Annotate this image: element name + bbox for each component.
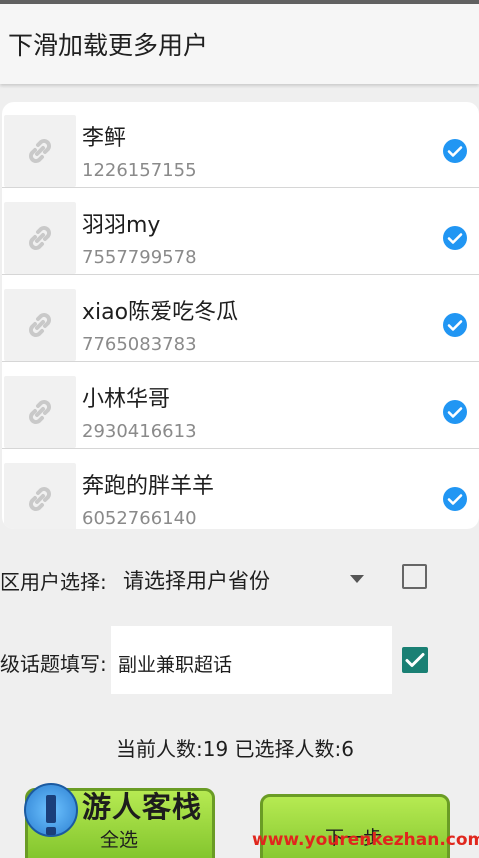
region-dropdown[interactable]: 请选择用户省份 bbox=[123, 565, 270, 595]
user-id: 2930416613 bbox=[82, 421, 197, 442]
user-list-item[interactable]: xiao陈爱吃冬瓜 7765083783 bbox=[2, 276, 479, 362]
user-list-item[interactable]: 李鲆 1226157155 bbox=[2, 102, 479, 188]
link-icon bbox=[29, 487, 51, 511]
link-icon bbox=[29, 313, 51, 337]
user-id: 7765083783 bbox=[82, 334, 197, 355]
avatar-placeholder bbox=[4, 289, 76, 361]
topic-label: 超级话题填写: bbox=[0, 652, 107, 676]
link-icon bbox=[29, 139, 51, 163]
user-list-item[interactable]: 小林华哥 2930416613 bbox=[2, 363, 479, 449]
user-count-status: 当前人数:19 已选择人数:6 bbox=[116, 737, 355, 761]
watermark-url: www.yourenkezhan.com bbox=[252, 830, 479, 850]
avatar-placeholder bbox=[4, 202, 76, 274]
topic-checkbox[interactable] bbox=[402, 647, 428, 673]
watermark-name: 游人客栈 bbox=[82, 790, 203, 824]
user-id: 7557799578 bbox=[82, 247, 197, 268]
check-circle-icon[interactable] bbox=[442, 138, 468, 164]
user-name: 李鲆 bbox=[82, 126, 127, 151]
user-list[interactable]: 李鲆 1226157155 羽羽my 7557799578 xiao陈爱吃冬瓜 … bbox=[2, 102, 479, 529]
check-circle-icon[interactable] bbox=[442, 312, 468, 338]
region-checkbox[interactable] bbox=[402, 564, 427, 589]
check-circle-icon[interactable] bbox=[442, 399, 468, 425]
select-all-label: 全选 bbox=[100, 829, 139, 851]
user-list-item[interactable]: 羽羽my 7557799578 bbox=[2, 189, 479, 275]
topic-input[interactable]: 副业兼职超话 bbox=[111, 626, 392, 694]
link-icon bbox=[29, 400, 51, 424]
user-name: 羽羽my bbox=[82, 213, 161, 238]
page-title: 下滑加载更多用户 bbox=[8, 31, 209, 60]
checkmark-icon bbox=[405, 653, 425, 667]
check-circle-icon[interactable] bbox=[442, 486, 468, 512]
user-id: 1226157155 bbox=[82, 160, 197, 181]
user-name: xiao陈爱吃冬瓜 bbox=[82, 300, 239, 325]
topic-input-value[interactable]: 副业兼职超话 bbox=[118, 650, 232, 677]
user-name: 奔跑的胖羊羊 bbox=[82, 474, 215, 499]
user-name: 小林华哥 bbox=[82, 387, 171, 412]
watermark-logo-icon bbox=[24, 783, 78, 837]
avatar-placeholder bbox=[4, 463, 76, 529]
avatar-placeholder bbox=[4, 376, 76, 448]
avatar-placeholder bbox=[4, 115, 76, 187]
user-list-item[interactable]: 奔跑的胖羊羊 6052766140 bbox=[2, 450, 479, 529]
link-icon bbox=[29, 226, 51, 250]
check-circle-icon[interactable] bbox=[442, 225, 468, 251]
user-id: 6052766140 bbox=[82, 508, 197, 529]
dropdown-arrow-icon[interactable] bbox=[350, 575, 364, 583]
title-bar: 下滑加载更多用户 bbox=[0, 4, 479, 84]
region-select-label: 地区用户选择: bbox=[0, 570, 107, 594]
